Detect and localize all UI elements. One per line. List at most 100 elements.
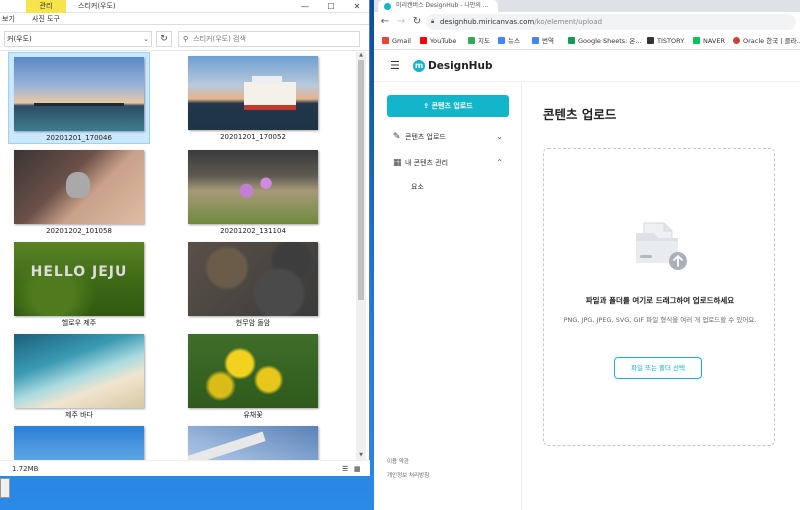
sidebar-item-content-upload[interactable]: ✎ 콘텐츠 업로드 ⌄ [393,131,503,143]
explorer-titlebar: 관리 스티커(우도) — ☐ ✕ [0,0,369,13]
sky-thumbnail [14,426,144,460]
file-tile[interactable]: 현무암 돌암 [182,238,324,330]
youtube-icon [420,37,427,44]
designhub-header: ☰ m DesignHub [374,50,800,82]
file-name: 유채꽃 [243,411,263,419]
tab-title: 미리캔버스 DesignHub - 나만의 ... [396,2,489,9]
file-name: 20201201_170052 [220,133,286,141]
minimize-icon[interactable]: — [292,0,318,13]
jeju-sea-thumbnail [14,334,144,408]
menu-collapse-icon[interactable]: ☰ [390,60,400,72]
file-name: 20201202_101058 [46,227,112,235]
designhub-main: 콘텐츠 업로드 파일과 폴더를 여기로 드래그하여 업로드하세요 PNG, JP… [523,83,800,510]
file-name: 현무암 돌암 [235,319,271,327]
bookmark-tistory[interactable]: TISTORY [647,32,684,50]
address-bar[interactable]: 커(우도) ⌄ [4,31,152,47]
file-tile[interactable] [8,422,150,460]
bookmark-naver[interactable]: NAVER [693,32,725,50]
refresh-icon: ↻ [160,34,168,44]
file-explorer-window: 관리 스티커(우도) — ☐ ✕ 보기 사진 도구 커(우도) ⌄ ↻ ⚲ 스티커… [0,0,370,476]
forward-arrow-icon[interactable]: → [394,15,408,29]
hello-jeju-thumbnail: HELLO JEJU [14,242,144,316]
flowers-rocks-thumbnail [188,150,318,224]
file-tile[interactable]: 20201202_101058 [8,146,150,238]
dropzone-description: PNG, JPG, JPEG, SVG, GIF 파일 형식을 여러 개 업로드… [563,316,757,324]
address-value: 커(우도) [7,35,32,43]
file-tile[interactable]: 유채꽃 [182,330,324,422]
reload-icon[interactable]: ↻ [410,15,424,29]
close-icon[interactable]: ✕ [344,0,370,13]
thumbnail-overlay-text: HELLO JEJU [30,264,128,280]
file-tile[interactable]: 20201202_131104 [182,146,324,238]
search-input[interactable]: ⚲ 스티커(우도) 검색 [178,31,360,47]
naver-icon [693,37,700,44]
browser-toolbar: ← → ↻ 🔒︎ designhub.miricanvas.com/ko/ele… [374,12,800,32]
bookmark-google-sheets[interactable]: Google Sheets: 온... [568,32,642,50]
selected-size: 1.72MB [12,465,39,473]
file-tile[interactable] [182,422,324,460]
chevron-down-icon[interactable]: ⌄ [143,32,149,46]
basalt-wall-thumbnail [188,242,318,316]
vertical-scrollbar[interactable]: ▲ ▼ [356,52,366,460]
tab-strip: 미리캔버스 DesignHub - 나만의 ... [374,0,800,12]
sidebar-item-my-content[interactable]: ▦ 내 콘텐츠 관리 ⌃ [393,157,503,169]
designhub-logo-icon[interactable]: m [413,60,425,72]
ferry-boat-thumbnail [188,56,318,130]
dropzone-title: 파일과 폴더를 여기로 드래그하여 업로드하세요 [585,296,735,305]
desktop-file-icon[interactable] [0,478,10,498]
browser-tab[interactable]: 미리캔버스 DesignHub - 나만의 ... [378,0,498,12]
details-view-icon[interactable]: ☰ [342,461,348,477]
manage-tab[interactable]: 관리 [26,0,66,13]
gmail-icon [382,37,389,44]
bookmark-gmail[interactable]: Gmail [382,32,411,50]
file-name: 헬로우 제주 [61,319,97,327]
maximize-icon[interactable]: ☐ [318,0,344,13]
favicon-icon [384,3,391,10]
ribbon-tabs: 보기 사진 도구 [0,13,369,25]
file-name: 20201201_170046 [46,134,112,142]
bookmark-translate[interactable]: 번역 [532,32,554,50]
bookmark-youtube[interactable]: YouTube [420,32,456,50]
chevron-up-icon[interactable]: ⌃ [496,157,503,169]
file-name: 20201202_131104 [220,227,286,235]
search-placeholder: 스티커(우도) 검색 [193,35,246,43]
status-bar: 1.72MB ☰ ▦ [0,460,370,476]
news-icon [498,37,505,44]
sunset-pier-thumbnail [14,57,144,131]
scroll-thumb[interactable] [358,60,364,300]
large-icons-view-icon[interactable]: ▦ [354,461,361,477]
rapeseed-flower-thumbnail [188,334,318,408]
upload-icon: ⇪ [423,102,430,110]
file-tile[interactable]: 제주 바다 [8,330,150,422]
sidebar-subitem-elements[interactable]: 요소 [411,181,424,193]
ribbon-tab-view[interactable]: 보기 [2,13,15,25]
airplane-wing-thumbnail [188,426,318,460]
privacy-link[interactable]: 개인정보 처리방침 [387,471,429,481]
bookmark-news[interactable]: 뉴스 [498,32,520,50]
back-arrow-icon[interactable]: ← [378,15,392,29]
chevron-down-icon[interactable]: ⌄ [496,131,503,143]
content-upload-button[interactable]: ⇪ 콘텐츠 업로드 [387,95,509,117]
address-bar[interactable]: 🔒︎ designhub.miricanvas.com/ko/element/u… [426,14,796,30]
sidebar-item-label: 내 콘텐츠 관리 [405,159,449,167]
scroll-down-icon[interactable]: ▼ [356,452,366,460]
scroll-up-icon[interactable]: ▲ [356,52,366,60]
file-tile[interactable]: HELLO JEJU 헬로우 제주 [8,238,150,330]
bookmark-oracle[interactable]: Oracle 한국 | 클라... [733,32,800,50]
terms-link[interactable]: 이용 약관 [387,457,409,467]
grid-icon: ▦ [393,158,402,168]
file-tile[interactable]: 20201201_170052 [182,52,324,144]
maps-icon [468,37,475,44]
designhub-logo-text[interactable]: DesignHub [428,59,492,73]
file-tile[interactable]: 20201201_170046 [8,52,150,144]
upload-button-label: 콘텐츠 업로드 [431,102,473,110]
url-path: /ko/element/upload [534,18,603,26]
bookmark-maps[interactable]: 지도 [468,32,490,50]
ribbon-tab-picture-tools[interactable]: 사진 도구 [32,13,60,25]
upload-dropzone[interactable]: 파일과 폴더를 여기로 드래그하여 업로드하세요 PNG, JPG, JPEG,… [543,148,775,446]
bookmarks-bar: Gmail YouTube 지도 뉴스 번역 Google Sheets: 온.… [374,32,800,50]
refresh-button[interactable]: ↻ [156,31,172,47]
select-file-folder-button[interactable]: 파일 또는 폴더 선택 [614,357,702,379]
url-host: designhub.miricanvas.com [440,18,535,26]
sidebar-item-label: 콘텐츠 업로드 [405,133,446,141]
